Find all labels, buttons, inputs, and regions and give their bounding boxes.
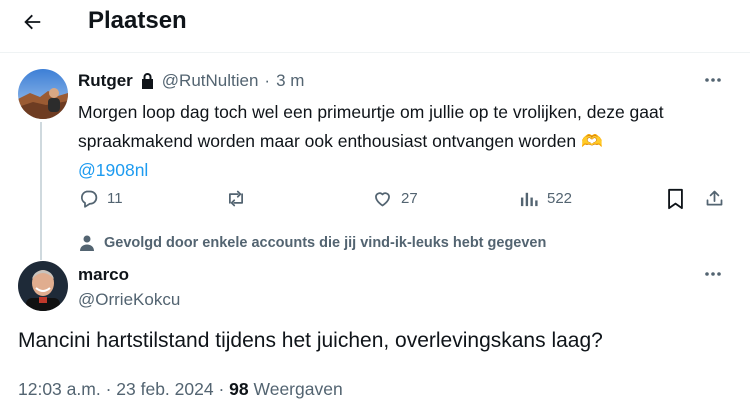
more-icon	[705, 78, 721, 82]
reply-icon	[81, 190, 98, 208]
retweet-action[interactable]	[224, 188, 248, 209]
views-count: 522	[547, 190, 573, 207]
bookmark-button[interactable]	[666, 188, 685, 210]
back-arrow-icon	[24, 14, 41, 30]
main-author-name[interactable]: marco	[78, 264, 129, 286]
reply-tweet-header: Rutger @RutNultien · 3 m	[78, 70, 304, 92]
page-title: Plaatsen	[88, 7, 187, 34]
retweet-icon	[229, 190, 243, 207]
thread-line	[40, 122, 42, 260]
share-button[interactable]	[704, 188, 725, 209]
reply-count: 11	[107, 190, 123, 207]
reply-action[interactable]: 11	[78, 188, 123, 209]
lock-icon	[141, 73, 153, 89]
header-divider	[0, 52, 750, 53]
more-button-main[interactable]	[703, 264, 723, 289]
author-handle[interactable]: @RutNultien	[162, 70, 259, 92]
tweet-date[interactable]: 23 feb. 2024	[116, 379, 213, 399]
views-label: Weergaven	[253, 379, 343, 399]
meta-separator: ·	[105, 379, 112, 399]
more-icon	[705, 272, 721, 276]
main-tweet-text: Mancini hartstilstand tijdens het juiche…	[18, 329, 603, 352]
share-icon	[706, 190, 723, 206]
like-action[interactable]: 27	[372, 188, 418, 209]
reply-text-body: Morgen loop dag toch wel een primeurtje …	[78, 102, 664, 151]
like-icon	[375, 192, 390, 207]
back-button[interactable]	[14, 4, 50, 40]
heart-hands-emoji: 🫶	[580, 131, 603, 151]
social-context-text: Gevolgd door enkele accounts die jij vin…	[104, 235, 547, 251]
time-ago[interactable]: 3 m	[276, 70, 304, 92]
mention-link[interactable]: @1908nl	[78, 160, 148, 180]
dot-separator: ·	[264, 71, 271, 90]
tweet-time[interactable]: 12:03 a.m.	[18, 379, 101, 399]
bookmark-icon	[668, 188, 683, 210]
views-action[interactable]: 522	[520, 188, 572, 209]
avatar-marco[interactable]	[18, 261, 68, 311]
more-button-reply[interactable]	[703, 70, 723, 95]
author-name[interactable]: Rutger	[78, 70, 133, 92]
reply-tweet-text: Morgen loop dag toch wel een primeurtje …	[78, 98, 738, 185]
meta-separator: ·	[218, 379, 225, 399]
like-count: 27	[401, 190, 418, 207]
main-author-handle[interactable]: @OrrieKokcu	[78, 289, 180, 311]
views-icon	[520, 192, 538, 207]
tweet-meta: 12:03 a.m. · 23 feb. 2024 · 98 Weergaven	[18, 379, 343, 400]
views-number: 98	[229, 379, 249, 399]
avatar-rutger[interactable]	[18, 69, 68, 119]
social-context: Gevolgd door enkele accounts die jij vin…	[80, 235, 546, 251]
person-icon	[80, 235, 94, 251]
